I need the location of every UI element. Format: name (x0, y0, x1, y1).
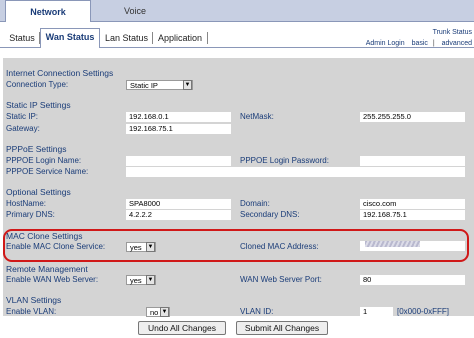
admin-login-link[interactable]: Admin Login (366, 40, 405, 47)
label-enable-vlan: Enable VLAN: (6, 307, 57, 316)
label-wan-web-server: Enable WAN Web Server: (6, 275, 99, 284)
label-hostname: HostName: (6, 199, 47, 208)
label-pppoe-service: PPPOE Service Name: (6, 167, 89, 176)
wan-web-server-value: yes (130, 276, 142, 285)
netmask-field[interactable]: 255.255.255.0 (360, 112, 465, 122)
vlan-id-range-hint: [0x000-0xFFF] (397, 307, 450, 316)
label-gateway: Gateway: (6, 124, 40, 133)
chevron-down-icon: ▼ (183, 80, 192, 90)
gateway-field[interactable]: 192.168.75.1 (126, 124, 231, 134)
subtab-wan-status[interactable]: Wan Status (40, 28, 100, 48)
advanced-link[interactable]: advanced (442, 40, 472, 47)
primary-dns-field[interactable]: 4.2.2.2 (126, 210, 231, 220)
section-pppoe: PPPoE Settings (6, 144, 67, 154)
wan-web-server-select[interactable]: yes ▼ (126, 275, 156, 285)
tab-network[interactable]: Network (5, 0, 91, 22)
chevron-down-icon: ▼ (160, 307, 169, 317)
wan-web-port-field[interactable]: 80 (360, 275, 465, 285)
pppoe-password-field[interactable] (360, 156, 465, 166)
label-primary-dns: Primary DNS: (6, 210, 55, 219)
submit-all-changes-button[interactable]: Submit All Changes (236, 321, 328, 335)
label-pppoe-login: PPPOE Login Name: (6, 156, 82, 165)
enable-vlan-select[interactable]: no ▼ (146, 307, 170, 317)
label-secondary-dns: Secondary DNS: (240, 210, 300, 219)
section-optional: Optional Settings (6, 187, 71, 197)
section-vlan: VLAN Settings (6, 295, 62, 305)
label-connection-type: Connection Type: (6, 80, 69, 89)
vlan-id-field[interactable]: 1 (360, 307, 393, 317)
label-static-ip: Static IP: (6, 112, 39, 121)
static-ip-field[interactable]: 192.168.0.1 (126, 112, 231, 122)
top-tab-bar: Network Voice (0, 0, 474, 22)
label-netmask: NetMask: (240, 112, 274, 121)
label-pppoe-password: PPPOE Login Password: (240, 156, 329, 165)
trunk-status-link[interactable]: Trunk Status (433, 29, 472, 36)
section-static-ip: Static IP Settings (6, 100, 71, 110)
chevron-down-icon: ▼ (146, 275, 155, 285)
connection-type-value: Static IP (130, 81, 158, 90)
pppoe-service-field[interactable] (126, 167, 465, 177)
label-domain: Domain: (240, 199, 270, 208)
tab-voice[interactable]: Voice (92, 0, 178, 22)
enable-vlan-value: no (150, 308, 159, 317)
label-vlan-id: VLAN ID: (240, 307, 274, 316)
subtab-application[interactable]: Application (153, 30, 207, 46)
pppoe-login-field[interactable] (126, 156, 231, 166)
hostname-field[interactable]: SPA8000 (126, 199, 231, 209)
section-internet-connection: Internet Connection Settings (6, 68, 114, 78)
mac-clone-highlight (3, 229, 469, 262)
secondary-dns-field[interactable]: 192.168.75.1 (360, 210, 465, 220)
divider (207, 32, 208, 44)
label-wan-web-port: WAN Web Server Port: (240, 275, 322, 284)
connection-type-select[interactable]: Static IP ▼ (126, 80, 193, 90)
domain-field[interactable]: cisco.com (360, 199, 465, 209)
section-remote-management: Remote Management (6, 264, 88, 274)
basic-link[interactable]: basic (412, 40, 428, 47)
undo-all-changes-button[interactable]: Undo All Changes (138, 321, 226, 335)
view-links: Admin Login basic | advanced (365, 40, 472, 47)
subtab-status[interactable]: Status (5, 30, 39, 46)
subtab-lan-status[interactable]: Lan Status (101, 30, 152, 46)
